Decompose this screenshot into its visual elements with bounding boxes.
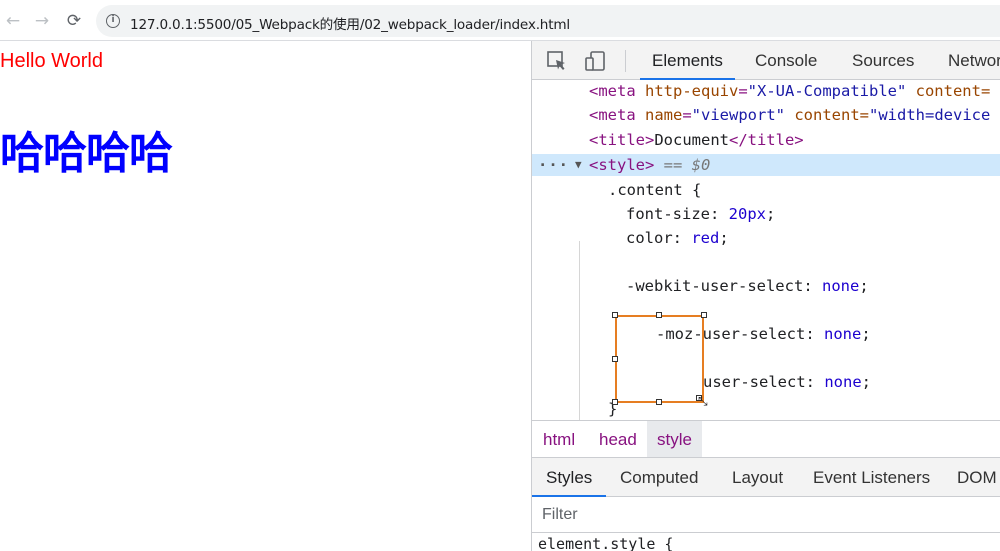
resize-handle[interactable] xyxy=(656,312,662,318)
css-prop-webkit-user-select[interactable]: -webkit-user-select: none; xyxy=(626,275,869,297)
forward-icon[interactable]: → xyxy=(31,10,53,32)
breadcrumb-head[interactable]: head xyxy=(589,421,647,457)
inspect-element-icon[interactable] xyxy=(546,50,568,72)
breadcrumb-html[interactable]: html xyxy=(533,421,585,457)
breadcrumb-style[interactable]: style xyxy=(647,421,702,457)
resize-handle[interactable] xyxy=(612,312,618,318)
more-options-icon[interactable]: ··· xyxy=(538,154,569,176)
tab-console[interactable]: Console xyxy=(755,41,817,80)
url-text[interactable]: 127.0.0.1:5500/05_Webpack的使用/02_webpack_… xyxy=(130,13,570,33)
dom-node-meta-viewport[interactable]: <meta name="viewport" content="width=dev… xyxy=(589,104,990,126)
annotation-selection-box[interactable] xyxy=(615,315,704,403)
resize-handle[interactable] xyxy=(656,399,662,405)
back-icon[interactable]: ← xyxy=(2,10,24,32)
tab-styles[interactable]: Styles xyxy=(532,458,607,497)
toolbar-divider xyxy=(625,50,626,72)
tab-sources[interactable]: Sources xyxy=(852,41,914,80)
address-bar[interactable]: i 127.0.0.1:5500/05_Webpack的使用/02_webpac… xyxy=(96,5,1000,37)
haha-heading: 哈哈哈哈 xyxy=(0,128,173,179)
element-style-rule[interactable]: element.style { xyxy=(538,535,673,551)
devtools-toolbar: Elements Console Sources Network xyxy=(532,41,1000,80)
css-selector-line[interactable]: .content { xyxy=(608,179,701,201)
page-viewport: Hello World 哈哈哈哈 xyxy=(0,41,531,551)
hello-world-text: Hello World xyxy=(0,50,103,72)
filter-input[interactable] xyxy=(542,504,982,526)
css-prop-font-size[interactable]: font-size: 20px; xyxy=(626,203,775,225)
css-prop-user-select[interactable]: user-select: none; xyxy=(703,371,871,393)
elements-tree: <meta http-equiv="X-UA-Compatible" conte… xyxy=(532,80,1000,420)
expand-triangle-icon[interactable]: ▼ xyxy=(575,154,582,176)
devtools-panel: Elements Console Sources Network <meta h… xyxy=(531,41,1000,551)
tab-network[interactable]: Network xyxy=(948,41,1000,80)
dom-node-style-selected[interactable]: ··· ▼ <style> == $0 xyxy=(532,154,1000,176)
tab-event-listeners[interactable]: Event Listeners xyxy=(813,458,930,497)
tab-elements[interactable]: Elements xyxy=(640,41,735,80)
dom-node-meta-compat[interactable]: <meta http-equiv="X-UA-Compatible" conte… xyxy=(589,80,990,102)
css-prop-color[interactable]: color: red; xyxy=(626,227,729,249)
breadcrumb: html head style xyxy=(532,420,1000,458)
reload-icon[interactable]: ⟳ xyxy=(63,10,85,32)
resize-handle[interactable] xyxy=(612,399,618,405)
info-icon[interactable]: i xyxy=(106,14,120,28)
tab-dom[interactable]: DOM xyxy=(957,458,997,497)
styles-pane-tabs: Styles Computed Layout Event Listeners D… xyxy=(532,458,1000,497)
browser-toolbar: ← → ⟳ i 127.0.0.1:5500/05_Webpack的使用/02_… xyxy=(0,0,1000,41)
tab-layout[interactable]: Layout xyxy=(732,458,783,497)
tree-indent-guide xyxy=(579,241,580,420)
resize-handle[interactable] xyxy=(612,356,618,362)
filter-bar xyxy=(532,497,1000,533)
dom-node-title[interactable]: <title>Document</title> xyxy=(589,129,804,151)
resize-cursor-icon: ⤡ xyxy=(698,394,708,408)
device-toolbar-icon[interactable] xyxy=(584,50,606,72)
resize-handle[interactable] xyxy=(701,312,707,318)
tab-computed[interactable]: Computed xyxy=(620,458,698,497)
